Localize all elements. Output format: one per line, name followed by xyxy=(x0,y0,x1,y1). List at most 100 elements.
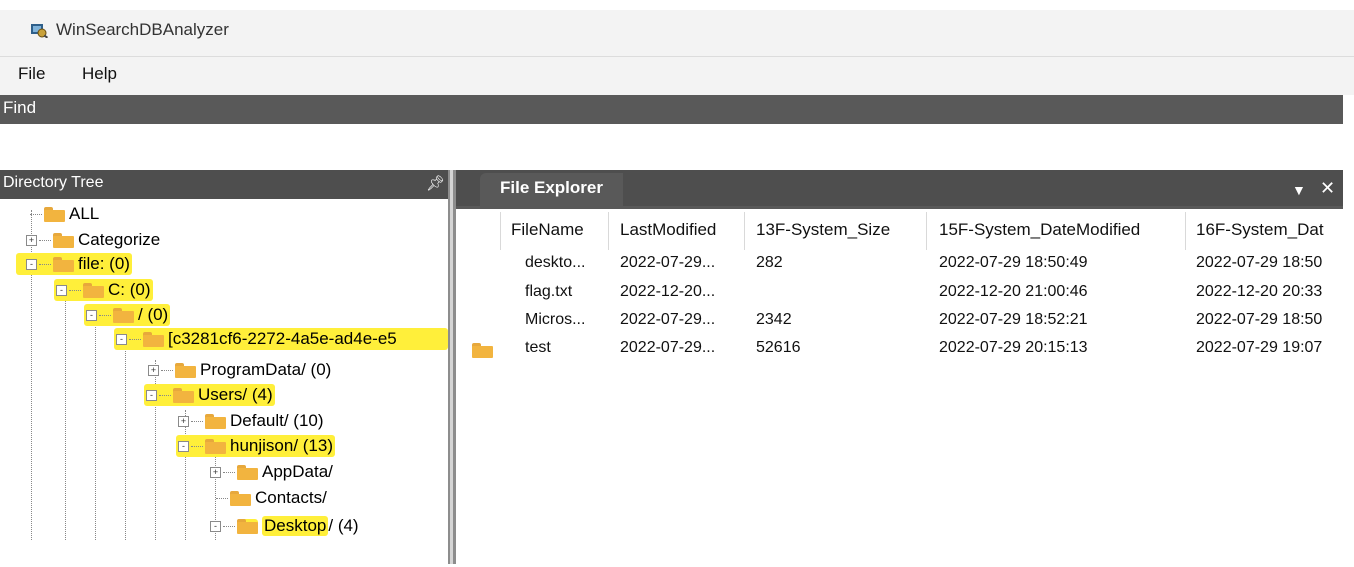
tree-node-programdata[interactable]: + ProgramData/ (0) xyxy=(148,359,331,381)
column-header-datemodified[interactable]: 15F-System_DateModified xyxy=(939,220,1140,240)
tree-dots xyxy=(39,239,51,241)
tree-dots xyxy=(223,471,235,473)
folder-icon xyxy=(175,362,196,378)
collapse-icon[interactable]: - xyxy=(56,284,67,296)
expand-icon[interactable]: + xyxy=(148,364,159,376)
cell-datecreated: 2022-12-20 20:33 xyxy=(1196,283,1323,300)
menu-help[interactable]: Help xyxy=(82,64,117,84)
tree-node-desktop[interactable]: - Desktop / (4) xyxy=(210,515,359,537)
find-bar[interactable] xyxy=(0,95,1343,124)
tab-file-explorer-label[interactable]: File Explorer xyxy=(500,178,603,198)
app-icon xyxy=(31,24,48,38)
panel-splitter-highlight xyxy=(450,170,453,564)
folder-icon xyxy=(83,282,104,298)
tree-dots xyxy=(191,420,203,422)
cell-size: 52616 xyxy=(756,339,801,356)
tree-node-label: Contacts/ xyxy=(255,488,327,507)
tree-node-appdata[interactable]: + AppData/ xyxy=(210,461,333,483)
cell-size: 2342 xyxy=(756,311,792,328)
app-title: WinSearchDBAnalyzer xyxy=(56,20,229,39)
column-header-lastmodified[interactable]: LastModified xyxy=(620,220,716,240)
tree-node-label: AppData/ xyxy=(262,462,333,481)
cell-filename: flag.txt xyxy=(525,283,573,300)
collapse-icon[interactable]: - xyxy=(116,333,127,345)
tree-connector xyxy=(125,338,126,540)
collapse-icon[interactable]: - xyxy=(146,389,157,401)
expand-icon[interactable]: + xyxy=(178,415,189,427)
tree-dots xyxy=(161,369,173,371)
folder-icon xyxy=(205,438,226,454)
tree-dots xyxy=(39,263,51,265)
tree-node-categorize[interactable]: + Categorize xyxy=(26,229,160,251)
folder-icon xyxy=(237,464,258,480)
menu-file[interactable]: File xyxy=(18,64,45,84)
column-header-datecreated[interactable]: 16F-System_Dat xyxy=(1196,220,1343,240)
tree-node-default[interactable]: + Default/ (10) xyxy=(178,410,324,432)
tree-node-all[interactable]: ALL xyxy=(30,203,99,225)
collapse-icon[interactable]: - xyxy=(178,440,189,452)
tree-dots xyxy=(223,525,235,527)
pin-icon[interactable]: 📌︎ xyxy=(426,174,445,192)
tree-node-label: / (0) xyxy=(138,305,169,324)
tree-node-label: file: (0) xyxy=(78,254,130,273)
folder-icon xyxy=(173,387,194,403)
folder-icon xyxy=(230,490,251,506)
cell-datemodified: 2022-07-29 18:50:49 xyxy=(939,254,1088,271)
collapse-icon[interactable]: - xyxy=(210,520,221,532)
tree-connector xyxy=(95,315,96,540)
tree-dots xyxy=(216,497,228,499)
cell-lastmodified: 2022-07-29... xyxy=(620,339,716,356)
cell-lastmodified: 2022-07-29... xyxy=(620,311,716,328)
tree-node-contacts[interactable]: Contacts/ xyxy=(216,487,327,509)
folder-icon xyxy=(53,232,74,248)
collapse-icon[interactable]: - xyxy=(86,309,97,321)
dropdown-arrow-icon[interactable]: ▼ xyxy=(1292,182,1306,198)
cell-datecreated: 2022-07-29 18:50 xyxy=(1196,254,1323,271)
column-header-size[interactable]: 13F-System_Size xyxy=(756,220,890,240)
folder-icon xyxy=(44,206,65,222)
folder-icon xyxy=(113,307,134,323)
tree-node-file[interactable]: - file: (0) xyxy=(16,253,132,275)
tree-node-guid[interactable]: - [c3281cf6-2272-4a5e-ad4e-e5 xyxy=(114,328,448,350)
tree-connector xyxy=(65,290,66,540)
tree-node-hunjison[interactable]: - hunjison/ (13) xyxy=(176,435,336,457)
folder-icon xyxy=(143,331,164,347)
column-separator[interactable] xyxy=(1185,212,1186,250)
tree-node-root[interactable]: - / (0) xyxy=(84,304,171,326)
cell-datemodified: 2022-07-29 20:15:13 xyxy=(939,339,1088,356)
column-separator[interactable] xyxy=(608,212,609,250)
tree-node-label: Desktop xyxy=(262,516,329,536)
tree-node-count: / (4) xyxy=(328,516,359,535)
tree-node-users[interactable]: - Users/ (4) xyxy=(144,384,275,406)
directory-tree-title: Directory Tree xyxy=(3,174,104,191)
cell-filename: Micros... xyxy=(525,311,586,328)
tree-dots xyxy=(159,394,171,396)
cell-datemodified: 2022-12-20 21:00:46 xyxy=(939,283,1088,300)
column-header-filename[interactable]: FileName xyxy=(511,220,584,240)
tree-node-label: hunjison/ (13) xyxy=(230,436,334,455)
cell-lastmodified: 2022-07-29... xyxy=(620,254,716,271)
collapse-icon[interactable]: - xyxy=(26,258,37,270)
column-separator[interactable] xyxy=(744,212,745,250)
tree-dots xyxy=(191,445,203,447)
find-label[interactable]: Find xyxy=(3,98,36,118)
folder-icon xyxy=(237,518,258,534)
cell-datecreated: 2022-07-29 18:50 xyxy=(1196,311,1323,328)
close-icon[interactable]: ✕ xyxy=(1320,178,1335,199)
tree-dots xyxy=(69,289,81,291)
tree-dots xyxy=(30,213,42,215)
cell-size: 282 xyxy=(756,254,783,271)
column-separator[interactable] xyxy=(926,212,927,250)
expand-icon[interactable]: + xyxy=(26,234,37,246)
tree-node-c-drive[interactable]: - C: (0) xyxy=(54,279,153,301)
tree-node-label: Users/ (4) xyxy=(198,385,273,404)
tree-node-label: Categorize xyxy=(78,230,161,249)
cell-datemodified: 2022-07-29 18:52:21 xyxy=(939,311,1088,328)
cell-filename: deskto... xyxy=(525,254,586,271)
tree-node-label: [c3281cf6-2272-4a5e-ad4e-e5 xyxy=(168,329,397,348)
column-separator xyxy=(500,212,501,250)
expand-icon[interactable]: + xyxy=(210,466,221,478)
tree-node-label: ALL xyxy=(69,204,100,223)
tree-node-label: C: (0) xyxy=(108,280,151,299)
tree-dots xyxy=(129,338,141,340)
